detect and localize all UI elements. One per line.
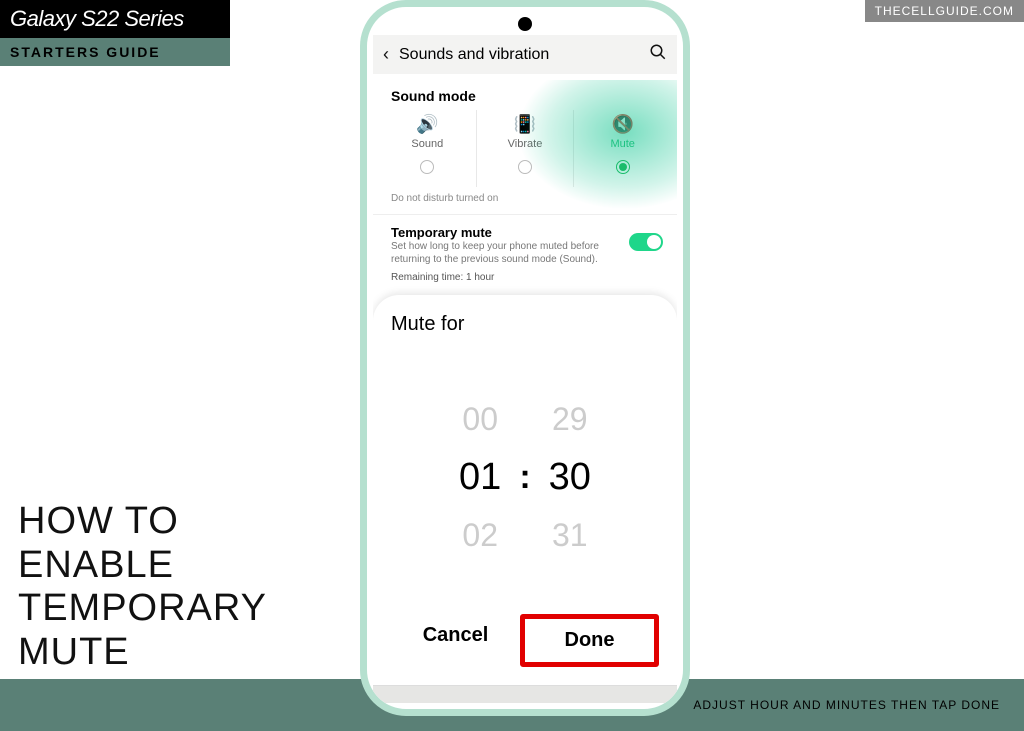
mode-vibrate[interactable]: 📳 Vibrate [477, 110, 575, 187]
series-title: Galaxy S22 Series [0, 0, 230, 38]
sheet-title: Mute for [391, 313, 659, 336]
sound-mode-options: 🔊 Sound 📳 Vibrate 🔇 Mute [373, 110, 677, 187]
phone-screen: ‹ Sounds and vibration Sound mode 🔊 Soun… [373, 35, 677, 703]
sound-icon: 🔊 [379, 114, 476, 136]
cancel-button[interactable]: Cancel [391, 614, 520, 667]
site-watermark: THECELLGUIDE.COM [865, 0, 1024, 22]
page-title: Sounds and vibration [399, 46, 639, 64]
search-icon[interactable] [649, 43, 667, 66]
mode-sound[interactable]: 🔊 Sound [379, 110, 477, 187]
radio-vibrate[interactable] [518, 160, 532, 174]
phone-frame: ‹ Sounds and vibration Sound mode 🔊 Soun… [360, 0, 690, 716]
time-picker[interactable]: 00 01 02 : 29 30 31 [391, 360, 659, 594]
step-caption: ADJUST HOUR AND MINUTES THEN TAP DONE [693, 698, 1000, 712]
mode-mute[interactable]: 🔇 Mute [574, 110, 671, 187]
back-icon[interactable]: ‹ [383, 44, 389, 65]
mute-icon: 🔇 [574, 114, 671, 136]
dnd-status: Do not disturb turned on [373, 187, 677, 215]
hour-selected: 01 [459, 456, 501, 499]
time-separator: : [519, 458, 530, 497]
remaining-time: Remaining time: 1 hour [373, 272, 677, 291]
temporary-mute-row[interactable]: Temporary mute Set how long to keep your… [373, 215, 677, 272]
mute-for-sheet: Mute for 00 01 02 : 29 30 31 Cancel Done [373, 295, 677, 685]
front-camera [518, 17, 532, 31]
nav-bar [373, 685, 677, 703]
minute-column[interactable]: 29 30 31 [549, 401, 591, 554]
temporary-mute-toggle[interactable] [629, 233, 663, 251]
vibrate-icon: 📳 [477, 114, 574, 136]
article-title: HOW TO ENABLE TEMPORARY MUTE [18, 500, 267, 675]
hour-column[interactable]: 00 01 02 [459, 401, 501, 554]
minute-selected: 30 [549, 456, 591, 499]
settings-header: ‹ Sounds and vibration [373, 35, 677, 74]
series-subtitle: STARTERS GUIDE [0, 38, 230, 66]
series-badge: Galaxy S22 Series STARTERS GUIDE [0, 0, 230, 66]
done-button[interactable]: Done [520, 614, 659, 667]
temporary-mute-title: Temporary mute [391, 225, 621, 240]
temporary-mute-desc: Set how long to keep your phone muted be… [391, 240, 621, 266]
sound-mode-title: Sound mode [373, 74, 677, 110]
radio-sound[interactable] [420, 160, 434, 174]
sheet-actions: Cancel Done [391, 614, 659, 675]
radio-mute[interactable] [616, 160, 630, 174]
